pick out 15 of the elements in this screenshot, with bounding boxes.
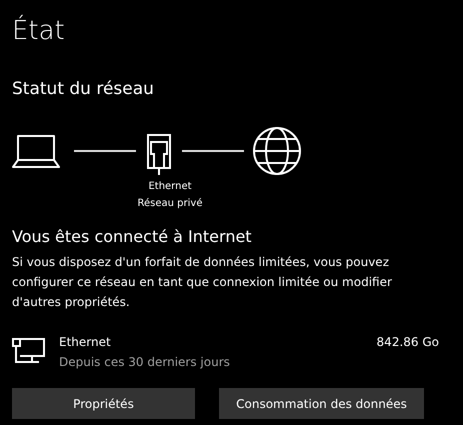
section-title: Statut du réseau xyxy=(12,78,155,100)
data-amount: 842.86 Go xyxy=(376,334,439,351)
data-usage-button[interactable]: Consommation des données xyxy=(219,388,424,419)
page-title: État xyxy=(12,14,66,48)
status-heading: Vous êtes connecté à Internet xyxy=(12,226,253,248)
status-text: Si vous disposez d'un forfait de données limitées, vous pouvez configurer ce réseau en tant que connexion limitée ou modifier d'autres propriétés. xyxy=(12,254,393,311)
adapter-label: Ethernet xyxy=(148,180,192,194)
network-computer-icon xyxy=(12,336,46,366)
properties-button[interactable]: Propriétés xyxy=(12,388,195,419)
globe-icon xyxy=(252,126,302,176)
adapter-name: Ethernet xyxy=(59,334,112,351)
ethernet-port-icon xyxy=(146,134,172,176)
usage-period: Depuis ces 30 derniers jours xyxy=(59,354,231,371)
network-type-label: Réseau privé xyxy=(138,197,202,211)
laptop-icon xyxy=(12,134,60,168)
